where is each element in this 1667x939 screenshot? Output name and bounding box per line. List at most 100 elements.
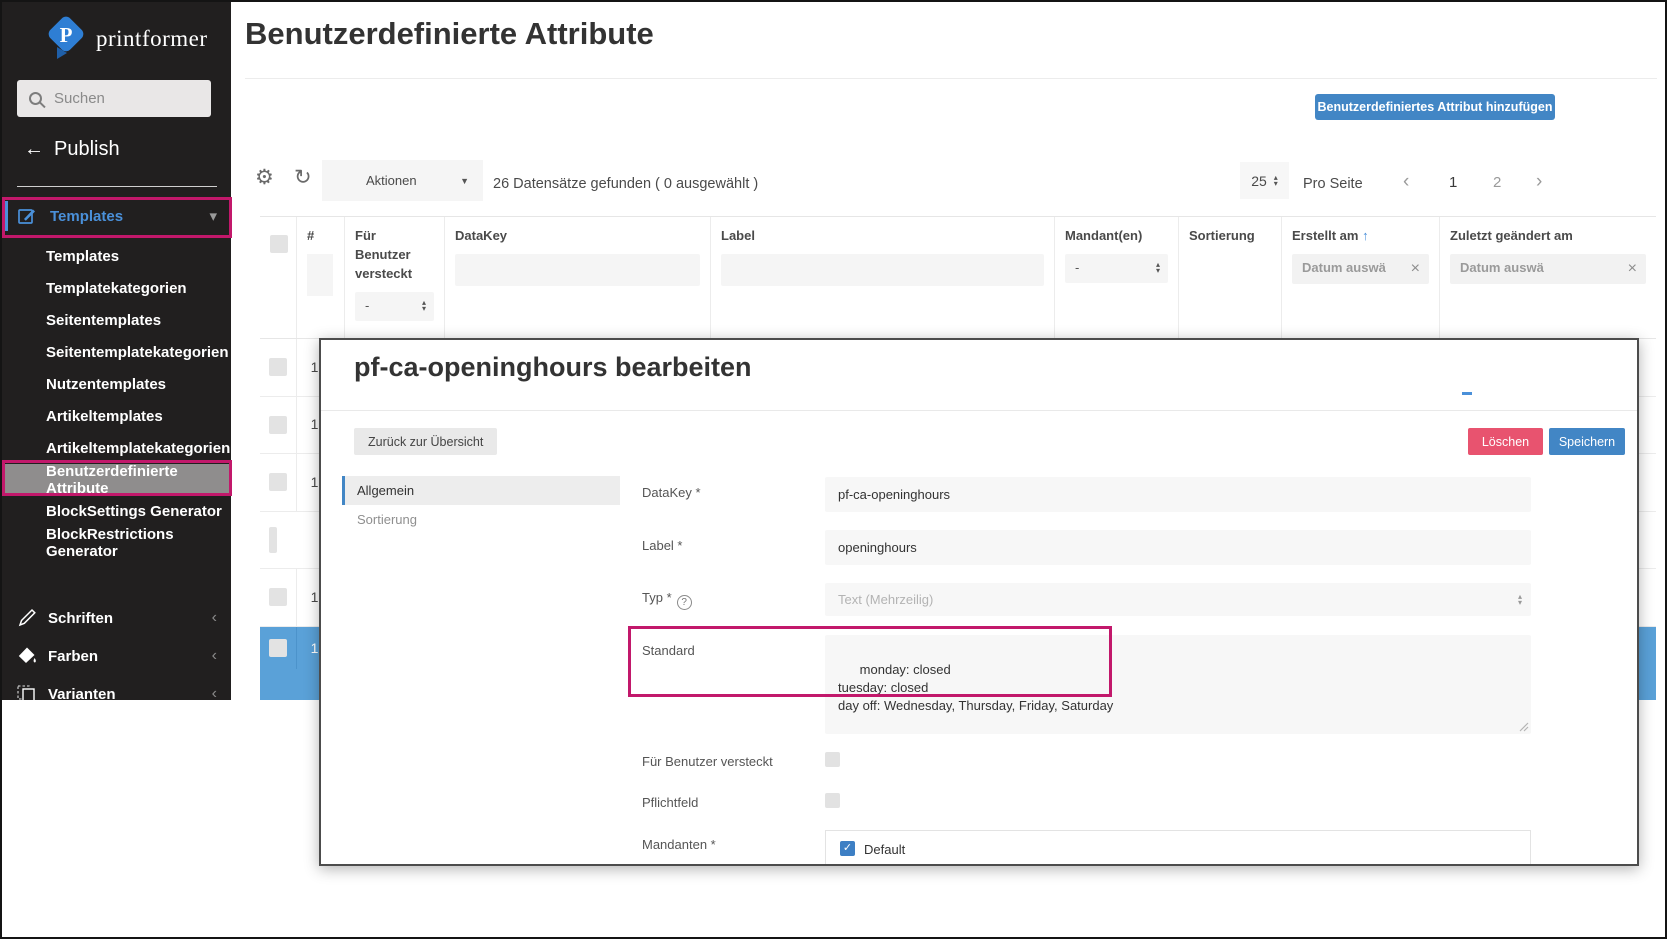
sidebar-item-artikeltemplates[interactable]: Artikeltemplates bbox=[2, 400, 231, 432]
chevron-left-icon: ‹ bbox=[212, 609, 217, 627]
search-icon bbox=[29, 92, 42, 105]
save-button[interactable]: Speichern bbox=[1549, 428, 1625, 455]
modal-divider bbox=[321, 410, 1637, 411]
publish-label: Publish bbox=[54, 138, 120, 161]
sidebar-group-templates[interactable]: Templates ▾ bbox=[2, 198, 231, 234]
mandanten-label: Mandanten * bbox=[642, 837, 716, 852]
standard-textarea[interactable]: monday: closed tuesday: closed day off: … bbox=[825, 635, 1531, 734]
sidebar-item-blockrestrictions-generator[interactable]: BlockRestrictions Generator bbox=[2, 527, 231, 559]
mandant-filter-select[interactable]: - ▴▾ bbox=[1065, 254, 1168, 283]
sidebar-item-seitentemplates[interactable]: Seitentemplates bbox=[2, 304, 231, 336]
delete-button[interactable]: Löschen bbox=[1468, 428, 1543, 455]
sidebar-item-nutzentemplates[interactable]: Nutzentemplates bbox=[2, 368, 231, 400]
sidebar-item-seitentemplatekategorien[interactable]: Seitentemplatekategorien bbox=[2, 336, 231, 368]
variants-icon bbox=[16, 683, 38, 700]
updown-icon: ▴▾ bbox=[1518, 594, 1522, 606]
typ-select[interactable]: Text (Mehrzeilig) ▴▾ bbox=[825, 583, 1531, 616]
back-arrow-icon: ← bbox=[24, 138, 44, 161]
caret-down-icon: ▼ bbox=[460, 176, 469, 186]
sidebar-item-benutzerdefinierte-attribute[interactable]: Benutzerdefinierte Attribute bbox=[2, 464, 231, 495]
required-checkbox[interactable] bbox=[825, 793, 840, 808]
back-to-overview-button[interactable]: Zurück zur Übersicht bbox=[354, 428, 497, 455]
modified-date-filter[interactable]: Datum auswä × bbox=[1450, 254, 1646, 284]
updown-icon: ▴▾ bbox=[1156, 262, 1160, 274]
hidden-checkbox[interactable] bbox=[825, 752, 840, 767]
page-number-2[interactable]: 2 bbox=[1493, 174, 1501, 191]
chevron-left-icon: ‹ bbox=[212, 685, 217, 700]
sidebar-divider bbox=[17, 186, 217, 187]
row-checkbox[interactable] bbox=[269, 358, 287, 376]
sidebar-item-varianten[interactable]: Varianten ‹ bbox=[2, 676, 231, 700]
sidebar: P printformer Suchen ← Publish Templates… bbox=[2, 2, 231, 700]
mandant-default-checkbox[interactable]: ✓ bbox=[840, 841, 855, 856]
sidebar-submenu: Templates Templatekategorien Seitentempl… bbox=[2, 240, 231, 559]
resize-handle-icon[interactable] bbox=[1518, 721, 1529, 732]
hidden-label: Für Benutzer versteckt bbox=[642, 754, 773, 769]
datakey-field[interactable]: pf-ca-openinghours bbox=[825, 477, 1531, 512]
add-attribute-button[interactable]: Benutzerdefiniertes Attribut hinzufügen bbox=[1315, 94, 1555, 120]
page-size-select[interactable]: 25 ▴▾ bbox=[1240, 162, 1289, 199]
page-title: Benutzerdefinierte Attribute bbox=[245, 16, 654, 52]
standard-value: monday: closed tuesday: closed day off: … bbox=[838, 662, 1113, 713]
header-checkbox-cell bbox=[260, 217, 296, 338]
header-id: # bbox=[296, 217, 344, 338]
sidebar-item-templates[interactable]: Templates bbox=[2, 240, 231, 272]
actions-dropdown[interactable]: Aktionen ▼ bbox=[322, 160, 483, 201]
sidebar-item-farben[interactable]: Farben ‹ bbox=[2, 638, 231, 674]
updown-icon: ▴▾ bbox=[422, 300, 426, 312]
label-filter-input[interactable] bbox=[721, 254, 1044, 286]
id-filter-input[interactable] bbox=[307, 254, 333, 296]
created-date-filter[interactable]: Datum auswä × bbox=[1292, 254, 1429, 284]
blue-dash-icon bbox=[1462, 392, 1472, 395]
search-placeholder: Suchen bbox=[54, 90, 105, 107]
typ-value: Text (Mehrzeilig) bbox=[838, 592, 933, 607]
tab-allgemein[interactable]: Allgemein bbox=[342, 476, 620, 505]
tab-sortierung[interactable]: Sortierung bbox=[342, 505, 620, 534]
label-label: Label * bbox=[642, 538, 682, 553]
row-checkbox[interactable] bbox=[269, 588, 287, 606]
standard-label: Standard bbox=[642, 643, 695, 658]
sidebar-item-templatekategorien[interactable]: Templatekategorien bbox=[2, 272, 231, 304]
updown-icon: ▴▾ bbox=[1274, 175, 1278, 187]
sidebar-item-artikeltemplatekategorien[interactable]: Artikeltemplatekategorien bbox=[2, 432, 231, 464]
page-number-1[interactable]: 1 bbox=[1449, 174, 1457, 191]
sidebar-item-schriften[interactable]: Schriften ‹ bbox=[2, 600, 231, 636]
row-checkbox[interactable] bbox=[269, 473, 287, 491]
schriften-label: Schriften bbox=[48, 610, 113, 627]
row-checkbox[interactable] bbox=[269, 639, 287, 657]
label-field[interactable]: openinghours bbox=[825, 530, 1531, 565]
typ-label: Typ *? bbox=[642, 590, 692, 610]
mandant-default-label: Default bbox=[864, 842, 905, 857]
hidden-filter-select[interactable]: - ▴▾ bbox=[355, 292, 434, 321]
page-next-icon[interactable]: › bbox=[1536, 171, 1542, 193]
varianten-label: Varianten bbox=[48, 686, 116, 701]
sort-asc-icon: ↑ bbox=[1362, 228, 1369, 243]
header-zuletzt-geaendert[interactable]: Zuletzt geändert am Datum auswä × bbox=[1439, 217, 1656, 338]
modal-title: pf-ca-openinghours bearbeiten bbox=[354, 352, 752, 383]
refresh-icon[interactable]: ↻ bbox=[294, 165, 312, 190]
search-input[interactable]: Suchen bbox=[17, 80, 211, 117]
table-header: # Für Benutzer versteckt - ▴▾ DataKey La… bbox=[260, 217, 1656, 339]
templates-edit-icon bbox=[16, 205, 38, 227]
screenshot-frame: P printformer Suchen ← Publish Templates… bbox=[0, 0, 1667, 939]
clear-icon[interactable]: × bbox=[1411, 257, 1420, 280]
select-all-checkbox[interactable] bbox=[270, 235, 288, 253]
row-checkbox[interactable] bbox=[269, 416, 287, 434]
page-size-value: 25 bbox=[1251, 173, 1267, 189]
help-icon[interactable]: ? bbox=[677, 595, 692, 610]
header-sortierung[interactable]: Sortierung bbox=[1178, 217, 1281, 338]
gear-icon[interactable]: ⚙ bbox=[255, 165, 274, 190]
header-mandant: Mandant(en) - ▴▾ bbox=[1054, 217, 1178, 338]
sidebar-item-blocksettings-generator[interactable]: BlockSettings Generator bbox=[2, 495, 231, 527]
clear-icon[interactable]: × bbox=[1628, 257, 1637, 280]
printformer-logo-icon: P bbox=[46, 16, 86, 62]
active-group-indicator bbox=[5, 201, 8, 231]
datakey-label: DataKey * bbox=[642, 485, 701, 500]
header-erstellt-am[interactable]: Erstellt am ↑ Datum auswä × bbox=[1281, 217, 1439, 338]
page-prev-icon[interactable]: ‹ bbox=[1403, 171, 1409, 193]
row-checkbox[interactable] bbox=[269, 527, 277, 553]
back-to-publish-link[interactable]: ← Publish bbox=[24, 138, 120, 161]
datakey-filter-input[interactable] bbox=[455, 254, 700, 286]
header-label: Label bbox=[710, 217, 1054, 338]
logo[interactable]: P printformer bbox=[46, 16, 208, 62]
